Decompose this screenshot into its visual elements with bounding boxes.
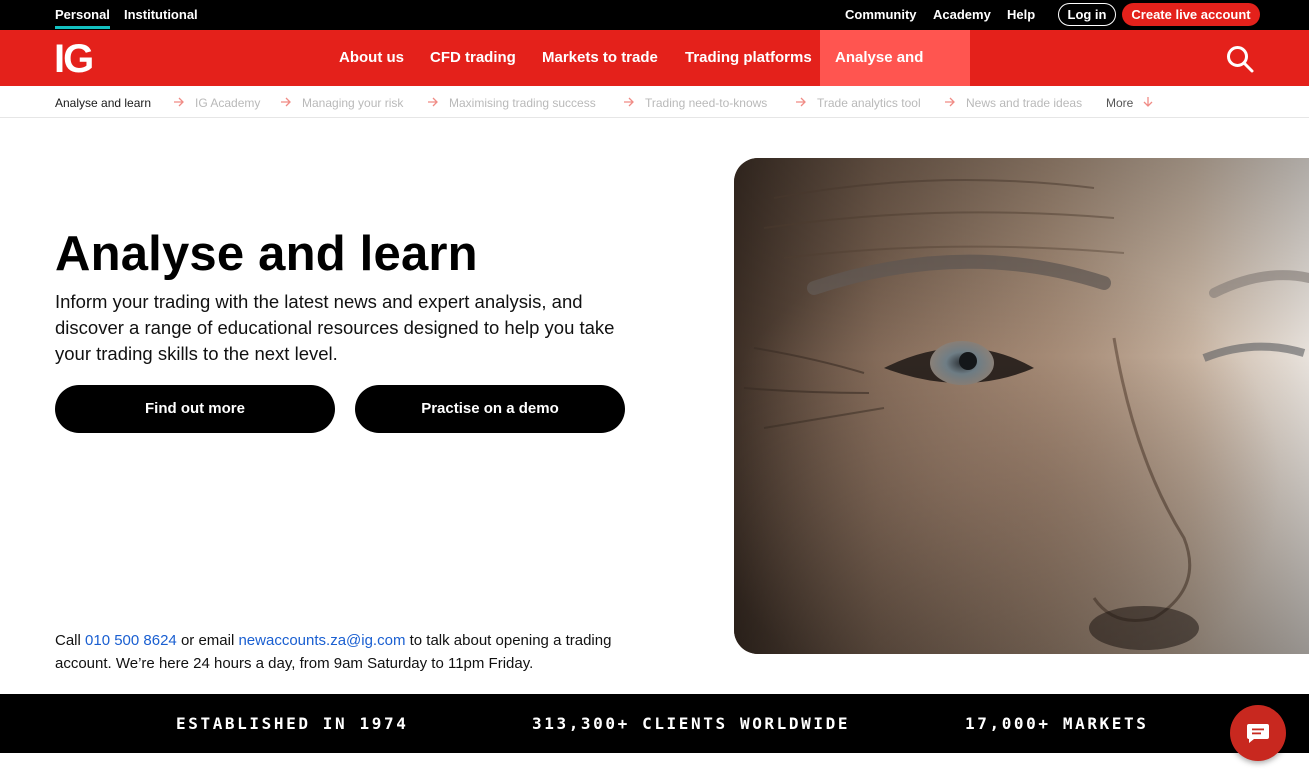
search-icon[interactable]: [1225, 44, 1255, 74]
contact-info: Call 010 500 8624 or email newaccounts.z…: [55, 629, 655, 675]
subnav-current[interactable]: Analyse and learn: [55, 86, 151, 118]
audience-tab-personal[interactable]: Personal: [55, 0, 110, 30]
stats-bar: ESTABLISHED IN 1974 313,300+ CLIENTS WOR…: [0, 694, 1309, 753]
community-link[interactable]: Community: [845, 0, 917, 30]
top-utility-bar: Personal Institutional Community Academy…: [0, 0, 1309, 30]
subnav-trading-need-to-knows[interactable]: Trading need-to-knows: [645, 86, 767, 118]
nav-trading-platforms[interactable]: Trading platforms: [670, 30, 827, 86]
practise-on-demo-button[interactable]: Practise on a demo: [355, 385, 625, 433]
page-title: Analyse and learn: [55, 227, 478, 281]
help-link[interactable]: Help: [1007, 0, 1035, 30]
login-button[interactable]: Log in: [1058, 3, 1116, 26]
arrow-right-icon: [174, 97, 184, 107]
main-navigation: IG About us CFD trading Markets to trade…: [0, 30, 1309, 122]
audience-tab-institutional[interactable]: Institutional: [124, 0, 198, 30]
nav-about-us[interactable]: About us: [324, 30, 419, 86]
contact-email-prefix: or email: [176, 632, 239, 649]
arrow-right-icon: [428, 97, 438, 107]
arrow-down-icon[interactable]: [1142, 96, 1154, 108]
chat-button[interactable]: [1230, 705, 1286, 761]
arrow-right-icon: [796, 97, 806, 107]
create-live-account-button[interactable]: Create live account: [1122, 3, 1260, 26]
stat-clients: 313,300+ CLIENTS WORLDWIDE: [532, 714, 851, 733]
arrow-right-icon: [281, 97, 291, 107]
hero-photo-illustration: [734, 158, 1309, 654]
arrow-right-icon: [624, 97, 634, 107]
stat-markets: 17,000+ MARKETS: [965, 714, 1149, 733]
breadcrumb-subnav: Analyse and learn IG Academy Managing yo…: [0, 86, 1309, 118]
subnav-managing-your-risk[interactable]: Managing your risk: [302, 86, 403, 118]
subnav-maximising-trading-success[interactable]: Maximising trading success: [449, 86, 596, 118]
stat-established: ESTABLISHED IN 1974: [176, 714, 409, 733]
contact-call-prefix: Call: [55, 632, 86, 649]
hero-description: Inform your trading with the latest news…: [55, 291, 615, 364]
phone-link[interactable]: 010 500 8624: [85, 632, 177, 649]
nav-cfd-trading[interactable]: CFD trading: [415, 30, 531, 86]
academy-link[interactable]: Academy: [933, 0, 991, 30]
nav-markets-to-trade[interactable]: Markets to trade: [527, 30, 673, 86]
email-link[interactable]: newaccounts.za@ig.com: [238, 632, 405, 649]
find-out-more-button[interactable]: Find out more: [55, 385, 335, 433]
hero-photo: [734, 158, 1309, 654]
nav-analyse-and-learn[interactable]: Analyse and learn: [820, 30, 970, 122]
ig-logo[interactable]: IG: [54, 39, 94, 79]
arrow-right-icon: [945, 97, 955, 107]
subnav-more[interactable]: More: [1106, 86, 1133, 118]
subnav-news-and-trade-ideas[interactable]: News and trade ideas: [966, 86, 1082, 118]
subnav-trade-analytics-tool[interactable]: Trade analytics tool: [817, 86, 921, 118]
subnav-ig-academy[interactable]: IG Academy: [195, 86, 260, 118]
chat-icon: [1247, 724, 1269, 743]
